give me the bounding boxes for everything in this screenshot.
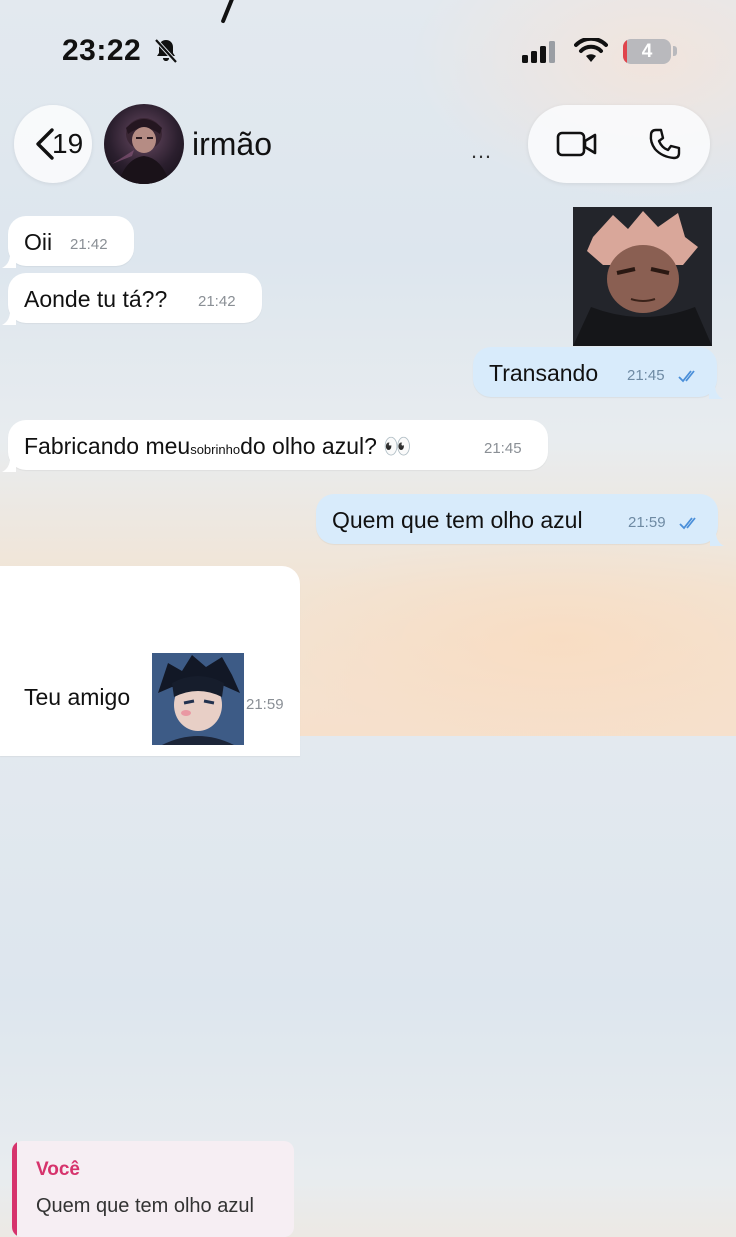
message-text-part: Fabricando meu — [24, 433, 191, 459]
overlay-sticker — [152, 653, 244, 745]
reply-accent-bar — [12, 1141, 17, 1237]
wifi-icon — [574, 38, 608, 62]
reply-text: Quem que tem olho azul — [36, 1195, 254, 1217]
reply-message-bubble[interactable]: Você Quem que tem olho azul Teu amigo 21… — [0, 566, 300, 1237]
call-actions — [528, 105, 710, 183]
message-text: Transando — [489, 360, 599, 386]
cell-signal-icon — [522, 41, 555, 63]
bubble-tail — [2, 254, 16, 268]
bell-slash-icon — [154, 38, 178, 64]
avatar-image — [112, 118, 170, 184]
sticker-character-image — [573, 207, 712, 346]
battery-indicator: 4 — [623, 39, 671, 64]
battery-percent: 4 — [641, 41, 653, 62]
message-text: Oii — [24, 229, 53, 255]
message-time: 21:59 — [246, 696, 284, 713]
reply-author: Você — [36, 1159, 81, 1180]
battery-tip — [673, 46, 677, 56]
message-bubble[interactable]: Quem que tem olho azul 21:59 — [316, 494, 724, 546]
unread-count: 19 — [52, 128, 84, 159]
message-text: Aonde tu tá?? — [24, 286, 168, 312]
message-time: 21:42 — [70, 236, 108, 253]
message-time: 21:42 — [198, 293, 236, 310]
sticker-character-image — [152, 653, 244, 745]
message-text-small: sobrinho — [190, 442, 241, 457]
contact-avatar[interactable] — [104, 104, 184, 184]
message-text: Teu amigo — [24, 684, 131, 710]
contact-name[interactable]: irmão — [192, 126, 272, 163]
sticker-image[interactable] — [573, 207, 712, 346]
more-indicator: … — [470, 138, 492, 163]
message-bubble[interactable]: Aonde tu tá?? 21:42 — [2, 273, 262, 325]
message-time: 21:45 — [484, 440, 522, 457]
status-time: 23:22 — [62, 34, 142, 67]
message-text-part: do olho azul? 👀 — [240, 433, 412, 459]
drawn-stroke — [220, 0, 236, 24]
message-bubble[interactable]: Fabricando meusobrinhodo olho azul? 👀 21… — [2, 420, 548, 472]
message-time: 21:59 — [628, 514, 666, 531]
message-bubble[interactable]: Transando 21:45 — [473, 347, 723, 399]
bubble-tail — [710, 532, 724, 546]
message-bubble[interactable]: Oii 21:42 — [2, 216, 134, 268]
message-text: Quem que tem olho azul — [332, 507, 583, 533]
bubble-tail — [709, 385, 723, 399]
video-call-icon[interactable] — [556, 129, 598, 159]
bubble-tail — [2, 458, 16, 472]
message-time: 21:45 — [627, 367, 665, 384]
back-button[interactable]: 19 — [14, 105, 92, 183]
quoted-reply[interactable]: Você Quem que tem olho azul — [12, 1141, 294, 1237]
read-receipt-icon — [678, 370, 695, 383]
message-text: Fabricando meusobrinhodo olho azul? 👀 — [24, 433, 412, 460]
phone-call-icon[interactable] — [648, 127, 682, 161]
bubble-tail — [2, 311, 16, 325]
read-receipt-icon — [679, 517, 696, 530]
